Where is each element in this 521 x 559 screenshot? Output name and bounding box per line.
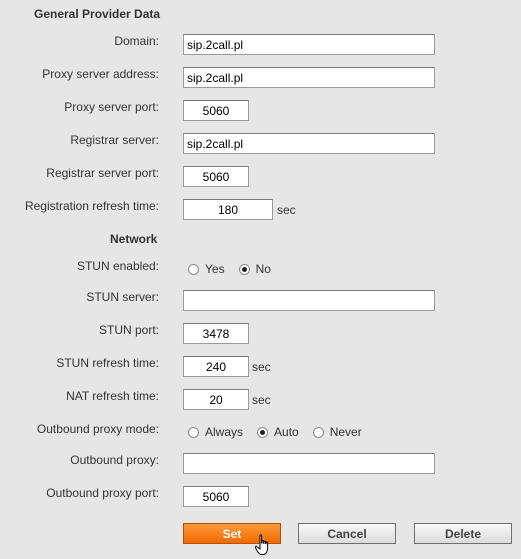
stun-enabled-no-radio[interactable]: No <box>238 262 271 276</box>
outbound-mode-always-radio[interactable]: Always <box>188 425 243 439</box>
general-provider-data-heading: General Provider Data <box>34 7 161 21</box>
mode-auto-label: Auto <box>274 425 299 439</box>
stun-refresh-unit: sec <box>252 360 271 374</box>
proxy-server-port-input[interactable] <box>183 100 249 121</box>
stun-server-label: STUN server: <box>86 290 159 304</box>
delete-button[interactable]: Delete <box>414 523 512 544</box>
radio-selected-icon <box>238 263 250 275</box>
outbound-mode-never-radio[interactable]: Never <box>312 425 362 439</box>
stun-port-label: STUN port: <box>98 323 159 337</box>
stun-server-input[interactable] <box>183 290 435 311</box>
stun-no-label: No <box>255 262 271 276</box>
stun-yes-label: Yes <box>205 262 225 276</box>
nat-refresh-unit: sec <box>252 393 271 407</box>
stun-port-input[interactable] <box>183 323 249 344</box>
registrar-server-port-input[interactable] <box>183 166 249 187</box>
proxy-server-port-label: Proxy server port: <box>64 100 159 114</box>
mode-always-label: Always <box>205 425 244 439</box>
outbound-proxy-label: Outbound proxy: <box>70 453 159 467</box>
outbound-proxy-input[interactable] <box>183 453 435 474</box>
outbound-mode-auto-radio[interactable]: Auto <box>257 425 299 439</box>
nat-refresh-time-input[interactable] <box>183 389 249 410</box>
proxy-server-address-input[interactable] <box>183 67 435 88</box>
outbound-proxy-mode-radio-group: Always Auto Never <box>188 425 376 439</box>
radio-unselected-icon <box>188 263 199 275</box>
mode-never-label: Never <box>329 425 362 439</box>
nat-refresh-time-label: NAT refresh time: <box>66 389 159 403</box>
stun-refresh-time-label: STUN refresh time: <box>56 356 159 370</box>
cancel-button[interactable]: Cancel <box>298 523 396 544</box>
network-heading: Network <box>110 232 158 246</box>
radio-selected-icon <box>257 426 269 438</box>
stun-enabled-yes-radio[interactable]: Yes <box>188 262 225 276</box>
outbound-proxy-port-input[interactable] <box>183 486 249 507</box>
outbound-proxy-port-label: Outbound proxy port: <box>46 486 159 500</box>
stun-enabled-radio-group: Yes No <box>188 262 285 276</box>
registration-refresh-unit: sec <box>277 203 296 217</box>
domain-input[interactable] <box>183 34 435 55</box>
domain-label: Domain: <box>114 34 159 48</box>
stun-refresh-time-input[interactable] <box>183 356 249 377</box>
stun-enabled-label: STUN enabled: <box>76 259 159 273</box>
registrar-server-port-label: Registrar server port: <box>46 166 159 180</box>
registration-refresh-time-input[interactable] <box>183 199 273 220</box>
registration-refresh-time-label: Registration refresh time: <box>24 199 159 213</box>
registrar-server-input[interactable] <box>183 133 435 154</box>
radio-unselected-icon <box>188 426 199 438</box>
registrar-server-label: Registrar server: <box>70 133 159 147</box>
hand-pointer-icon <box>254 534 269 555</box>
radio-unselected-icon <box>312 426 324 438</box>
proxy-server-address-label: Proxy server address: <box>42 67 159 81</box>
provider-settings-panel: General Provider Data Domain: Proxy serv… <box>0 0 521 559</box>
outbound-proxy-mode-label: Outbound proxy mode: <box>36 422 159 436</box>
